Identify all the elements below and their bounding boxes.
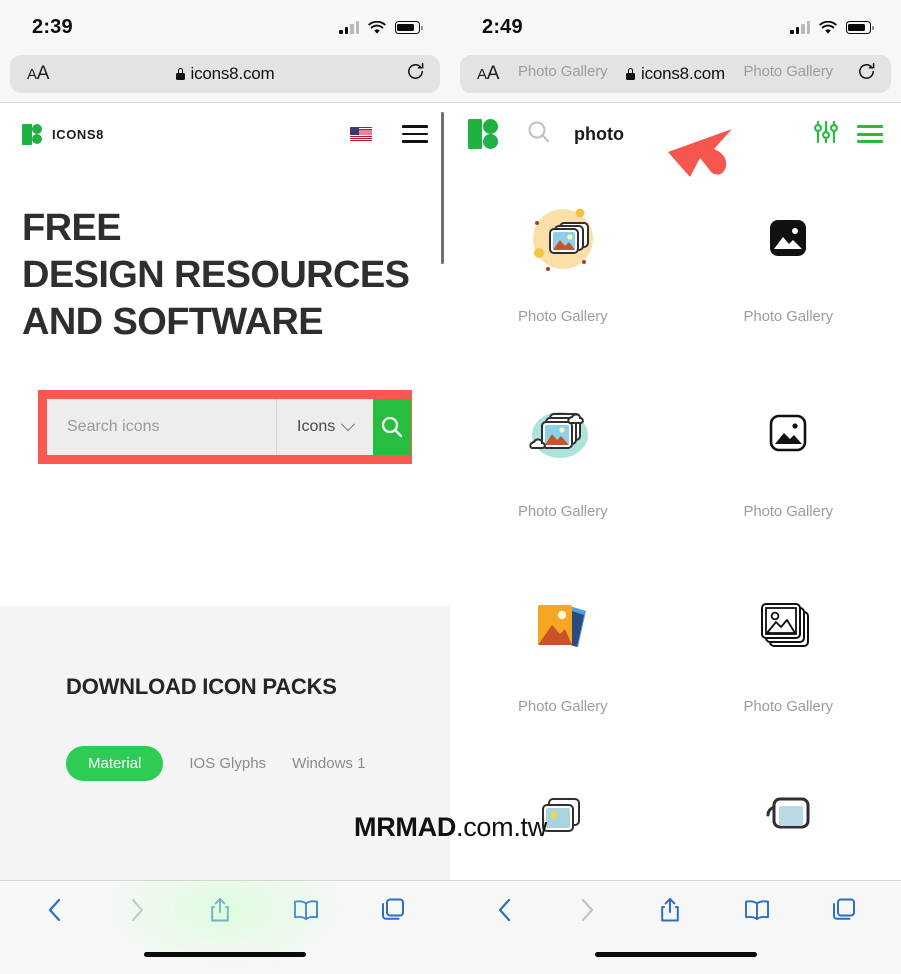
result-label: Photo Gallery	[517, 503, 608, 520]
result-label: Photo Gallery	[517, 698, 608, 715]
hero-line-2: DESIGN RESOURCES	[22, 254, 410, 296]
hero-line-1: FREE	[22, 207, 122, 249]
wifi-icon	[368, 20, 386, 35]
photo-gallery-icon	[520, 168, 606, 308]
tab-ios-glyphs[interactable]: IOS Glyphs	[189, 755, 266, 772]
result-item[interactable]: Photo Gallery	[450, 558, 676, 753]
us-flag-icon[interactable]	[350, 127, 372, 141]
watermark-bold: MRMAD	[354, 812, 457, 842]
url-display: icons8.com	[10, 64, 440, 84]
result-item[interactable]: Photo Gallery	[676, 63, 901, 168]
search-type-dropdown[interactable]: Icons	[276, 399, 373, 455]
result-label: Photo Gallery	[743, 503, 834, 520]
result-label: Photo Gallery	[517, 308, 608, 325]
left-status-bar: 2:39	[0, 0, 450, 55]
result-item[interactable]: Photo Gallery	[450, 168, 676, 363]
cellular-bars-icon	[790, 21, 810, 34]
reload-icon[interactable]	[406, 62, 425, 86]
back-button[interactable]	[44, 897, 66, 928]
watermark-rest: .com.tw	[456, 812, 547, 842]
search-button[interactable]	[373, 399, 412, 455]
page-scrollbar[interactable]	[441, 112, 444, 264]
home-indicator	[594, 952, 757, 957]
tabs-button[interactable]	[380, 897, 406, 928]
result-label: Photo Gallery	[743, 698, 834, 715]
result-item[interactable]: Photo Gallery	[676, 168, 901, 363]
tab-material[interactable]: Material	[66, 746, 164, 781]
right-status-bar: 2:49	[450, 0, 901, 55]
lock-icon	[175, 68, 185, 80]
result-label: Photo Gallery	[743, 63, 834, 80]
photo-gallery-icon	[758, 558, 818, 698]
left-browser-toolbar	[0, 880, 450, 974]
search-results-grid-container[interactable]: Photo Gallery Photo Gallery Photo Galler…	[450, 63, 901, 880]
share-button[interactable]	[208, 896, 232, 929]
result-item[interactable]: Photo Gallery	[450, 363, 676, 558]
site-header: ICONS8	[0, 103, 450, 165]
hamburger-menu-icon[interactable]	[402, 125, 428, 143]
hero-line-3: AND SOFTWARE	[22, 301, 324, 343]
result-item[interactable]: Photo Gallery	[676, 363, 901, 558]
status-time: 2:39	[32, 16, 73, 38]
tab-windows[interactable]: Windows 1	[292, 755, 365, 772]
forward-button	[576, 897, 598, 928]
search-input[interactable]	[47, 399, 276, 455]
result-item[interactable]: Photo Gallery	[450, 63, 676, 168]
status-indicators	[790, 20, 874, 35]
result-label: Photo Gallery	[517, 63, 608, 80]
photo-gallery-icon	[532, 558, 594, 698]
bookmarks-button[interactable]	[743, 898, 771, 927]
search-icon	[382, 416, 403, 438]
url-text: icons8.com	[190, 64, 275, 83]
page-title: FREE DESIGN RESOURCES AND SOFTWARE	[22, 205, 428, 346]
photo-gallery-icon	[768, 168, 808, 308]
result-item[interactable]: Photo Gallery	[676, 558, 901, 753]
battery-icon	[395, 21, 423, 34]
url-bar[interactable]: AA icons8.com	[10, 55, 440, 93]
icons8-logo-icon	[22, 123, 43, 145]
wifi-icon	[819, 20, 837, 35]
forward-button	[126, 897, 148, 928]
text-size-button[interactable]: AA	[27, 63, 49, 85]
watermark: MRMAD.com.tw	[0, 812, 901, 843]
result-label: Photo Gallery	[743, 308, 834, 325]
photo-gallery-icon	[520, 363, 606, 503]
home-indicator	[144, 952, 306, 957]
brand-name: ICONS8	[52, 126, 105, 142]
cellular-bars-icon	[339, 21, 359, 34]
left-url-bar-container: AA icons8.com	[0, 55, 450, 102]
status-indicators	[339, 20, 423, 35]
battery-icon	[846, 21, 874, 34]
brand-logo-group[interactable]: ICONS8	[22, 123, 105, 145]
share-button[interactable]	[658, 896, 682, 929]
back-button[interactable]	[494, 897, 516, 928]
bookmarks-button[interactable]	[292, 898, 320, 927]
packs-title: DOWNLOAD ICON PACKS	[66, 674, 337, 699]
search-results-grid: Photo Gallery Photo Gallery Photo Galler…	[450, 63, 901, 880]
packs-tabs: Material IOS Glyphs Windows 1	[0, 700, 450, 781]
search-highlight-box: Icons	[38, 390, 412, 464]
status-time: 2:49	[482, 16, 523, 38]
chevron-down-icon	[341, 417, 356, 432]
header-actions	[350, 125, 428, 143]
photo-gallery-icon	[768, 363, 808, 503]
hero-section: FREE DESIGN RESOURCES AND SOFTWARE Icons	[0, 165, 450, 464]
right-browser-toolbar	[450, 880, 901, 974]
search-bar[interactable]: Icons	[47, 399, 412, 455]
search-type-label: Icons	[297, 418, 336, 435]
tabs-button[interactable]	[831, 897, 857, 928]
